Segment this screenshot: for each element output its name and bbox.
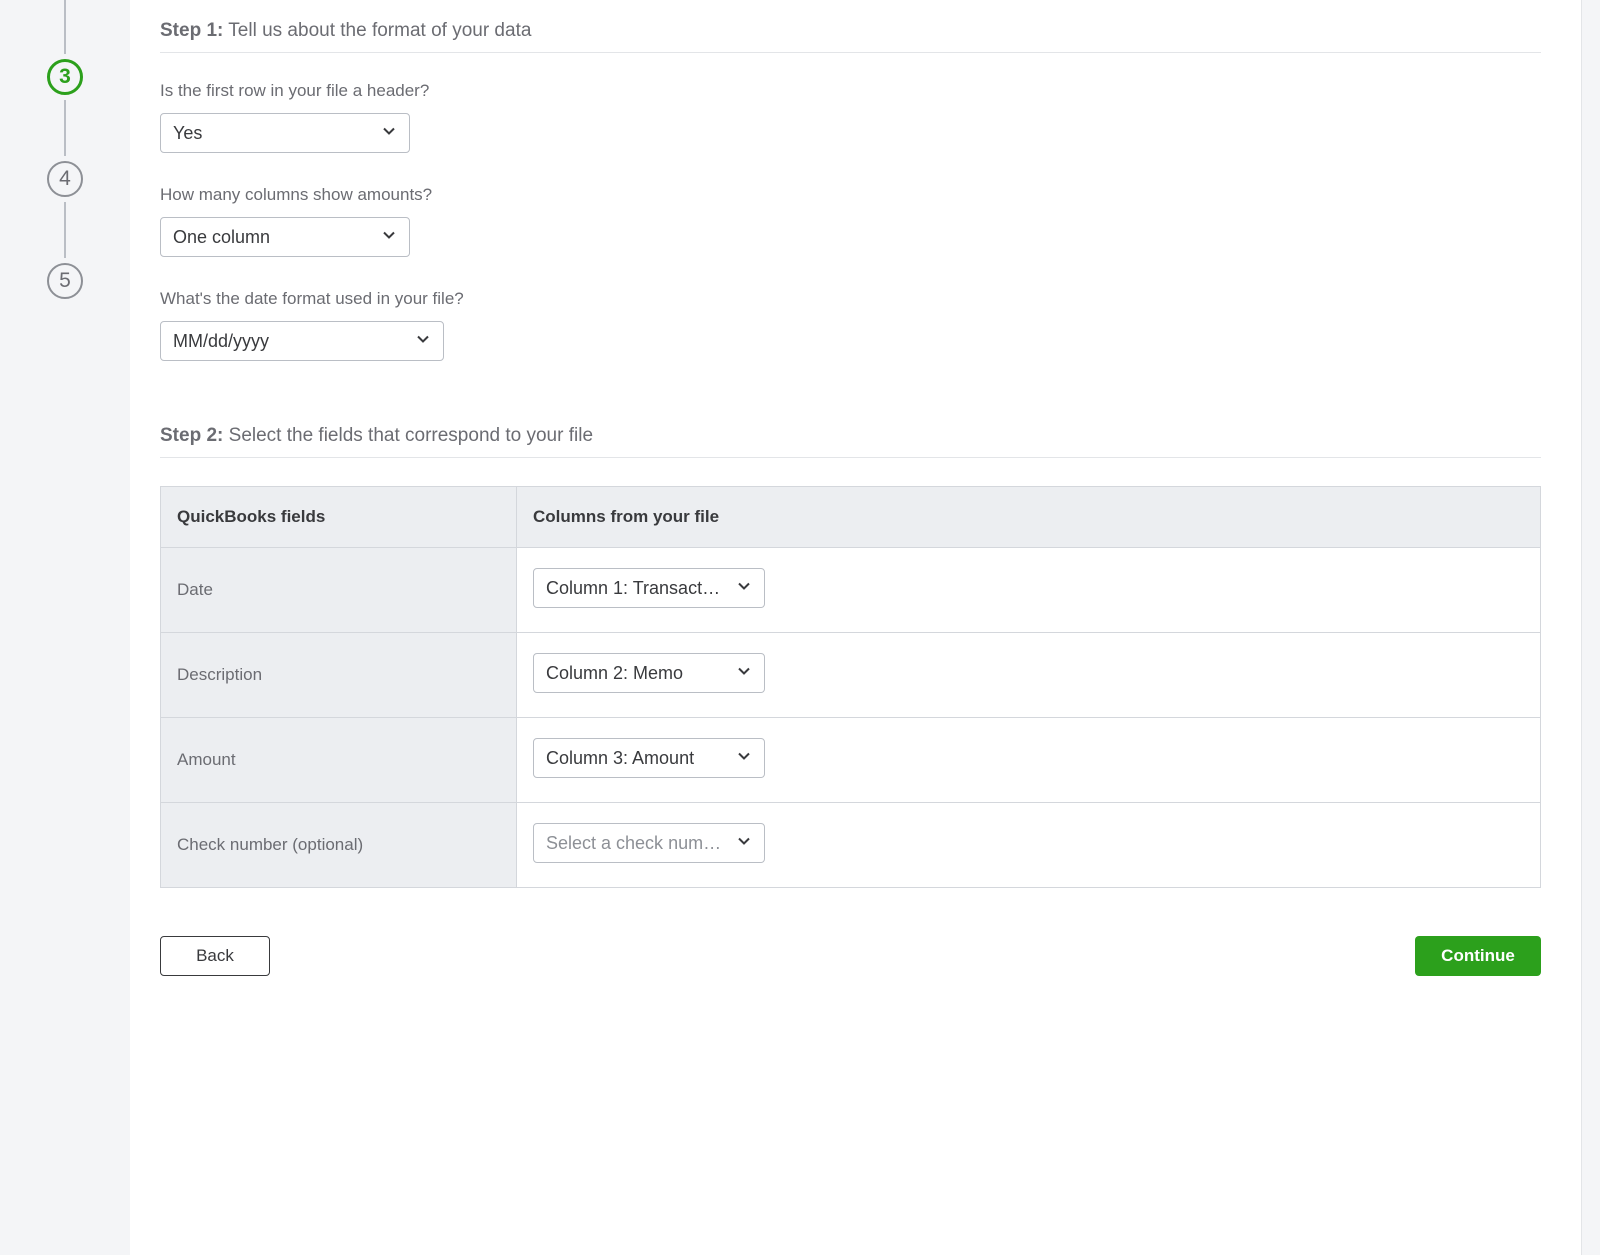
back-button[interactable]: Back xyxy=(160,936,270,976)
step-5-indicator: 5 xyxy=(47,263,83,299)
table-header-file-columns: Columns from your file xyxy=(517,487,1541,548)
step-3-indicator: 3 xyxy=(47,59,83,95)
field-amount-label: Amount xyxy=(161,718,517,803)
right-gutter xyxy=(1582,0,1600,1255)
field-date-select[interactable]: Column 1: Transacti… xyxy=(533,568,765,608)
field-description-select[interactable]: Column 2: Memo xyxy=(533,653,765,693)
step2-title: Select the fields that correspond to you… xyxy=(229,425,593,446)
step1-heading: Step 1: Tell us about the format of your… xyxy=(160,20,1541,53)
stepper-connector xyxy=(64,202,66,258)
step-number: 3 xyxy=(59,65,71,89)
step2-label: Step 2: xyxy=(160,425,223,446)
wizard-stepper: 3 4 5 xyxy=(0,0,130,1255)
header-row-value: Yes xyxy=(161,114,409,152)
field-check-number-label: Check number (optional) xyxy=(161,803,517,888)
amount-columns-select[interactable]: One column xyxy=(160,217,410,257)
step1-title: Tell us about the format of your data xyxy=(228,20,531,41)
step-number: 4 xyxy=(59,167,71,191)
step1-label: Step 1: xyxy=(160,20,223,41)
step-number: 5 xyxy=(59,269,71,293)
table-row: Date Column 1: Transacti… xyxy=(161,548,1541,633)
field-date-value: Column 1: Transacti… xyxy=(534,569,764,607)
field-mapping-table: QuickBooks fields Columns from your file… xyxy=(160,486,1541,888)
date-format-label: What's the date format used in your file… xyxy=(160,289,1541,309)
table-row: Check number (optional) Select a check n… xyxy=(161,803,1541,888)
date-format-value: MM/dd/yyyy xyxy=(161,322,443,360)
field-amount-value: Column 3: Amount xyxy=(534,739,764,777)
footer-actions: Back Continue xyxy=(160,936,1541,976)
stepper-connector xyxy=(64,0,66,54)
field-check-number-select[interactable]: Select a check num… xyxy=(533,823,765,863)
field-date-label: Date xyxy=(161,548,517,633)
amount-columns-label: How many columns show amounts? xyxy=(160,185,1541,205)
continue-button[interactable]: Continue xyxy=(1415,936,1541,976)
field-description-label: Description xyxy=(161,633,517,718)
field-check-number-value: Select a check num… xyxy=(534,824,764,862)
table-header-qb-fields: QuickBooks fields xyxy=(161,487,517,548)
header-row-select[interactable]: Yes xyxy=(160,113,410,153)
stepper-connector xyxy=(64,100,66,156)
field-description-value: Column 2: Memo xyxy=(534,654,764,692)
date-format-select[interactable]: MM/dd/yyyy xyxy=(160,321,444,361)
amount-columns-value: One column xyxy=(161,218,409,256)
main-panel: Step 1: Tell us about the format of your… xyxy=(130,0,1582,1255)
step-4-indicator: 4 xyxy=(47,161,83,197)
table-row: Description Column 2: Memo xyxy=(161,633,1541,718)
table-row: Amount Column 3: Amount xyxy=(161,718,1541,803)
step2-heading: Step 2: Select the fields that correspon… xyxy=(160,425,1541,458)
header-row-label: Is the first row in your file a header? xyxy=(160,81,1541,101)
field-amount-select[interactable]: Column 3: Amount xyxy=(533,738,765,778)
